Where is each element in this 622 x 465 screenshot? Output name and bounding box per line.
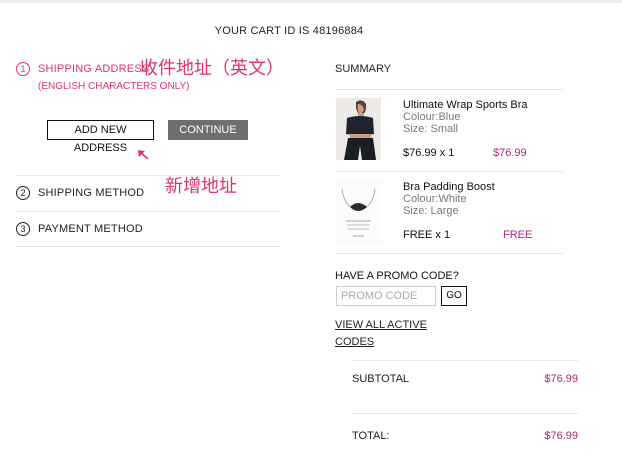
item-colour: Colour:Blue [403,111,461,123]
bra-padding-product-icon [336,181,381,243]
promo-go-button[interactable]: GO [441,286,467,306]
view-active-codes-link-line2[interactable]: CODES [335,336,374,348]
promo-code-input[interactable] [336,286,436,306]
step-3-number: 3 [16,222,30,236]
step-shipping-address-label[interactable]: SHIPPING ADDRESS [38,63,149,75]
total-value: $76.99 [544,430,578,442]
product-image-sports-bra[interactable] [336,98,381,160]
annotation-arrow-icon [138,150,149,160]
address-annotation: 收件地址（英文） [140,58,284,79]
totals-divider [352,413,578,414]
top-border [0,0,622,3]
summary-divider [335,89,563,90]
step-divider [16,175,280,176]
promo-code-title: HAVE A PROMO CODE? [335,270,459,282]
item-size: Size: Large [403,205,459,217]
item-name: Ultimate Wrap Sports Bra [403,99,528,111]
step-1-number: 1 [16,62,30,76]
subtotal-value: $76.99 [544,373,578,385]
sports-bra-photo-icon [336,98,381,160]
summary-divider [335,253,563,254]
add-new-address-button[interactable]: ADD NEW ADDRESS [47,120,154,154]
item-size: Size: Small [403,123,459,135]
product-image-bra-padding[interactable] [336,181,381,243]
totals-divider [352,360,578,361]
step-2-number: 2 [16,186,30,200]
view-active-codes-link[interactable]: VIEW ALL ACTIVE [335,319,427,331]
step-payment-method-label[interactable]: PAYMENT METHOD [38,223,143,235]
item-quantity: $76.99 x 1 [403,147,455,159]
summary-divider [335,171,563,172]
item-price: FREE [503,229,533,241]
step-divider [16,246,280,247]
step-divider [16,211,280,212]
subtotal-label: SUBTOTAL [352,373,410,385]
item-name: Bra Padding Boost [403,181,495,193]
item-price: $76.99 [493,147,527,159]
english-only-note: (ENGLISH CHARACTERS ONLY) [38,81,190,92]
item-colour: Colour:White [403,193,467,205]
item-quantity: FREE x 1 [403,229,451,241]
total-label: TOTAL: [352,430,390,442]
cart-id-heading: YOUR CART ID IS 48196884 [214,25,364,37]
summary-title: SUMMARY [335,63,392,75]
continue-button[interactable]: CONTINUE [168,120,248,140]
step-shipping-method-label[interactable]: SHIPPING METHOD [38,187,144,199]
